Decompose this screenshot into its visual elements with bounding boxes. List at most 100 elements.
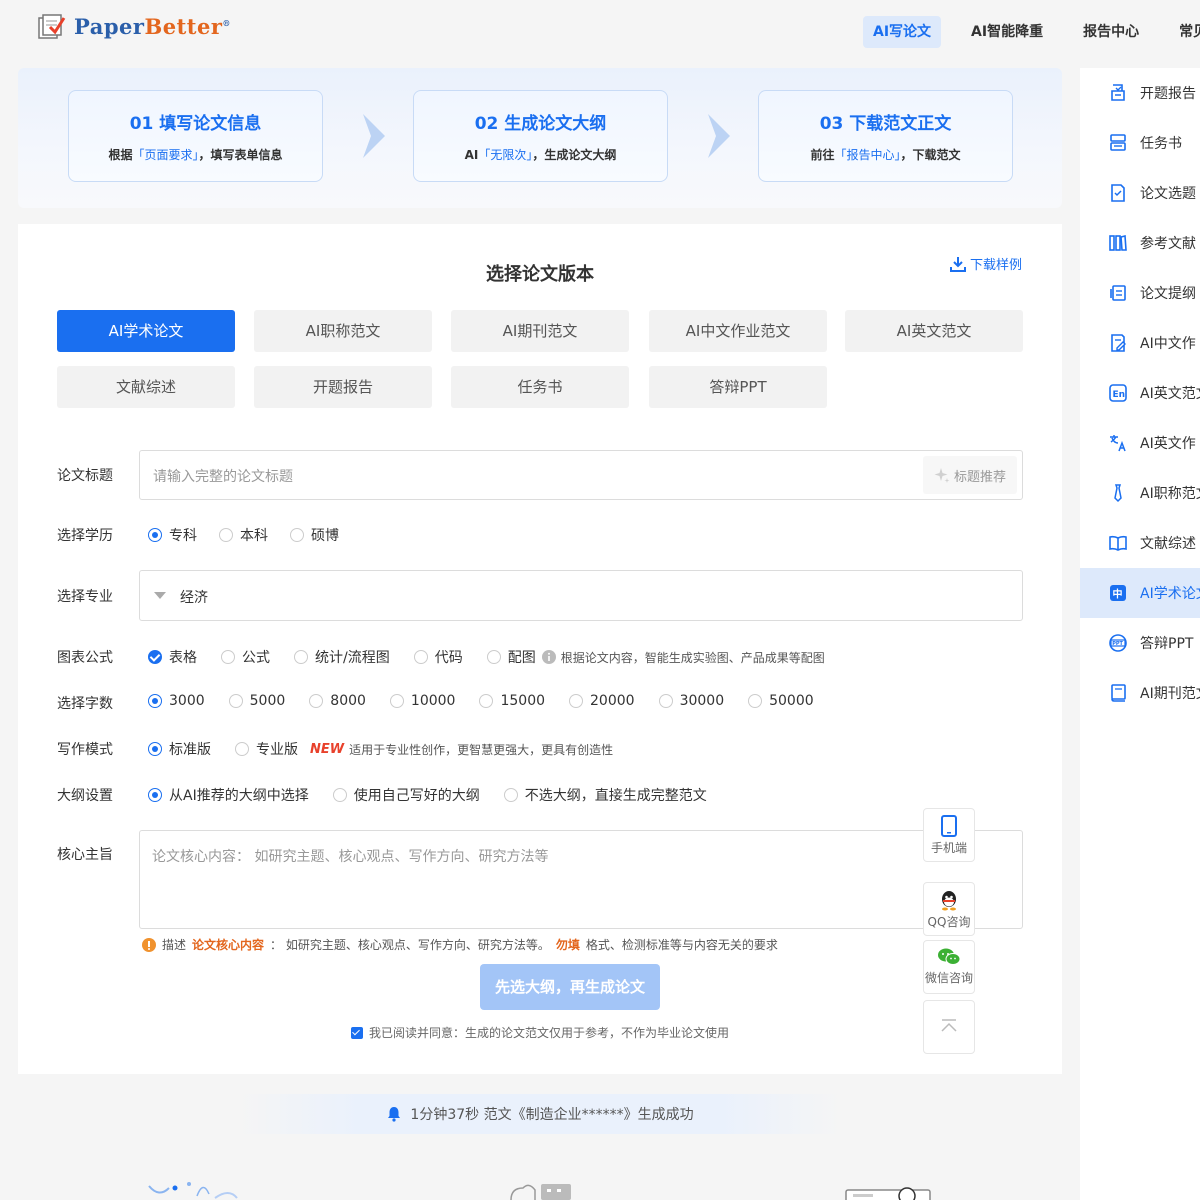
ppt-icon: PPT bbox=[1109, 634, 1127, 652]
radio[interactable] bbox=[332, 788, 347, 802]
radio[interactable] bbox=[569, 694, 584, 708]
sidebar-item-taskbook[interactable]: 任务书 bbox=[1080, 118, 1200, 168]
radio[interactable] bbox=[658, 694, 673, 708]
charts-option-flowchart[interactable]: 统计/流程图 bbox=[294, 647, 390, 667]
outline-option-own[interactable]: 使用自己写好的大纲 bbox=[332, 785, 480, 805]
download-sample-link[interactable]: 下载样例 bbox=[949, 254, 1022, 273]
core-textarea[interactable]: 论文核心内容： 如研究主题、核心观点、写作方向、研究方法等 bbox=[139, 830, 1023, 929]
sidebar-item-proposal[interactable]: 开题报告 bbox=[1080, 68, 1200, 118]
version-ai-title-paper[interactable]: AI职称范文 bbox=[254, 310, 432, 352]
version-taskbook[interactable]: 任务书 bbox=[451, 366, 629, 408]
words-option-3000[interactable]: 3000 bbox=[148, 693, 205, 709]
sidebar-item-topic[interactable]: 论文选题 bbox=[1080, 168, 1200, 218]
radio[interactable] bbox=[748, 694, 763, 708]
illustration-middle bbox=[510, 1184, 571, 1200]
sidebar-item-outline[interactable]: 论文提纲 bbox=[1080, 268, 1200, 318]
radio[interactable] bbox=[503, 788, 518, 802]
mode-option-standard[interactable]: 标准版 bbox=[148, 739, 211, 759]
words-option-30000[interactable]: 30000 bbox=[658, 693, 724, 709]
sidebar-item-chinese-homework[interactable]: AI中文作 bbox=[1080, 318, 1200, 368]
checkbox[interactable] bbox=[413, 650, 428, 664]
paper-form-card: 选择论文版本 下载样例 AI学术论文 AI职称范文 AI期刊范文 AI中文作业范… bbox=[18, 224, 1062, 1074]
radio[interactable] bbox=[309, 694, 324, 708]
charts-option-image[interactable]: 配图 bbox=[486, 647, 536, 667]
logo-text: PaperBetter® bbox=[74, 13, 231, 39]
step-title: 02 生成论文大纲 bbox=[474, 114, 607, 134]
nav-ai-reduce[interactable]: AI智能降重 bbox=[951, 16, 1063, 48]
radio-checked[interactable] bbox=[148, 788, 162, 802]
svg-text:PPT: PPT bbox=[1112, 641, 1123, 647]
education-option-master-phd[interactable]: 硕博 bbox=[290, 525, 339, 545]
page-title: 选择论文版本 bbox=[486, 264, 594, 285]
sidebar-item-defense-ppt[interactable]: PPT 答辩PPT bbox=[1080, 618, 1200, 668]
radio[interactable] bbox=[219, 528, 233, 542]
title-recommend-button[interactable]: 标题推荐 bbox=[923, 456, 1017, 494]
sidebar-item-english-essay[interactable]: En AI英文范文 bbox=[1080, 368, 1200, 418]
logo[interactable]: PaperBetter® bbox=[36, 12, 231, 40]
float-mobile[interactable]: 手机端 bbox=[923, 808, 975, 862]
radio-checked[interactable] bbox=[148, 742, 162, 756]
radio-checked[interactable] bbox=[148, 694, 162, 708]
mode-label: 写作模式 bbox=[57, 742, 113, 758]
radio[interactable] bbox=[389, 694, 404, 708]
words-option-10000[interactable]: 10000 bbox=[389, 693, 455, 709]
charts-option-table[interactable]: 表格 bbox=[148, 647, 197, 667]
outline-option-ai[interactable]: 从AI推荐的大纲中选择 bbox=[148, 785, 309, 805]
step-desc: AI「无限次」，生成论文大纲 bbox=[464, 148, 617, 162]
chinese-homework-icon bbox=[1111, 334, 1126, 352]
new-badge: NEW bbox=[310, 741, 345, 757]
nav-faq[interactable]: 常见 bbox=[1159, 16, 1200, 48]
words-option-8000[interactable]: 8000 bbox=[309, 693, 366, 709]
float-qq[interactable]: QQ咨询 bbox=[923, 882, 975, 936]
generate-button[interactable]: 先选大纲，再生成论文 bbox=[480, 964, 660, 1010]
education-option-bachelor[interactable]: 本科 bbox=[219, 525, 268, 545]
checkbox[interactable] bbox=[221, 650, 235, 664]
mode-options: 标准版 专业版 NEW 适用于专业性创作，更智慧更强大，更具有创造性 bbox=[148, 739, 613, 759]
version-ai-academic[interactable]: AI学术论文 bbox=[57, 310, 235, 352]
sidebar-item-title-paper[interactable]: AI职称范文 bbox=[1080, 468, 1200, 518]
outline-options: 从AI推荐的大纲中选择 使用自己写好的大纲 不选大纲，直接生成完整范文 bbox=[148, 785, 707, 805]
sidebar-item-references[interactable]: 参考文献 bbox=[1080, 218, 1200, 268]
charts-option-code[interactable]: 代码 bbox=[413, 647, 463, 667]
version-ai-journal[interactable]: AI期刊范文 bbox=[451, 310, 629, 352]
words-option-50000[interactable]: 50000 bbox=[748, 693, 814, 709]
back-to-top-button[interactable] bbox=[923, 1000, 975, 1054]
version-ai-chinese-homework[interactable]: AI中文作业范文 bbox=[649, 310, 827, 352]
major-select[interactable]: 经济 bbox=[139, 570, 1023, 621]
sidebar-item-literature-review[interactable]: 文献综述 bbox=[1080, 518, 1200, 568]
sidebar-item-academic-paper[interactable]: 中 AI学术论文 bbox=[1080, 568, 1200, 618]
radio[interactable] bbox=[235, 742, 249, 756]
version-defense-ppt[interactable]: 答辩PPT bbox=[649, 366, 827, 408]
version-ai-english[interactable]: AI英文范文 bbox=[845, 310, 1023, 352]
radio[interactable] bbox=[228, 694, 243, 708]
version-proposal[interactable]: 开题报告 bbox=[254, 366, 432, 408]
agree-checkbox[interactable] bbox=[351, 1026, 363, 1039]
words-option-5000[interactable]: 5000 bbox=[228, 693, 285, 709]
words-option-20000[interactable]: 20000 bbox=[569, 693, 635, 709]
topic-icon bbox=[1111, 184, 1125, 202]
step-desc: 前往「报告中心」，下载范文 bbox=[810, 148, 961, 162]
words-option-15000[interactable]: 15000 bbox=[479, 693, 545, 709]
charts-option-formula[interactable]: 公式 bbox=[221, 647, 270, 667]
radio-checked[interactable] bbox=[148, 528, 162, 542]
radio[interactable] bbox=[479, 694, 494, 708]
step-title: 01 填写论文信息 bbox=[129, 114, 262, 134]
mode-option-pro[interactable]: 专业版 bbox=[235, 739, 298, 759]
outline-option-none[interactable]: 不选大纲，直接生成完整范文 bbox=[503, 785, 707, 805]
checkbox[interactable] bbox=[486, 650, 501, 664]
sidebar-item-journal[interactable]: AI期刊范文 bbox=[1080, 668, 1200, 718]
nav-report-center[interactable]: 报告中心 bbox=[1063, 16, 1159, 48]
nav-ai-write[interactable]: AI写论文 bbox=[863, 16, 942, 48]
paper-title-label: 论文标题 bbox=[57, 468, 113, 484]
paper-title-input[interactable]: 请输入完整的论文标题 标题推荐 bbox=[139, 450, 1023, 500]
checkbox-checked[interactable] bbox=[148, 650, 162, 664]
generation-notice: 1分钟37秒 范文《制造企业******》生成成功 bbox=[240, 1094, 840, 1134]
version-literature-review[interactable]: 文献综述 bbox=[57, 366, 235, 408]
checkbox[interactable] bbox=[294, 650, 308, 664]
illustration-right bbox=[845, 1187, 931, 1200]
sidebar-item-english-homework[interactable]: AI英文作 bbox=[1080, 418, 1200, 468]
education-option-associate[interactable]: 专科 bbox=[148, 525, 197, 545]
float-wechat[interactable]: 微信咨询 bbox=[923, 940, 975, 994]
words-label: 选择字数 bbox=[57, 696, 113, 712]
radio[interactable] bbox=[290, 528, 304, 542]
